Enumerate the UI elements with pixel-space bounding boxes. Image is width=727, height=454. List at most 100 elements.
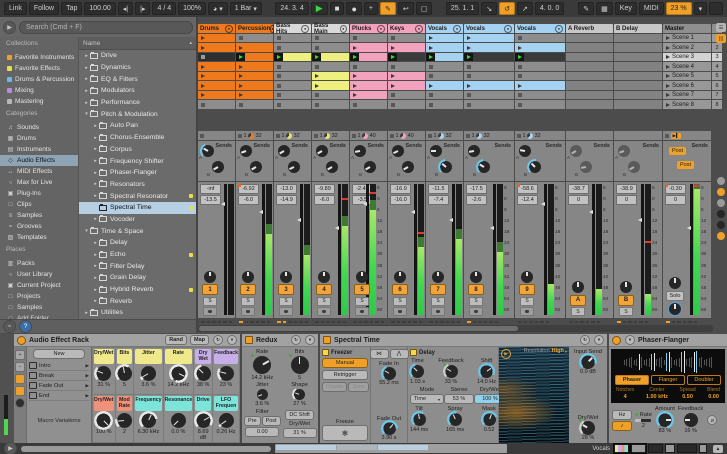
- clip-slot[interactable]: [566, 71, 613, 81]
- clip-launch-button[interactable]: [464, 100, 473, 109]
- clip-slot[interactable]: [566, 100, 613, 109]
- spray-knob[interactable]: [448, 413, 462, 426]
- retrigger-button[interactable]: Retrigger: [322, 370, 368, 380]
- clip-slot[interactable]: [236, 81, 273, 90]
- crossfade-dash[interactable]: [228, 321, 232, 323]
- crossfade-dash[interactable]: [201, 321, 205, 323]
- tempo-field[interactable]: 100.00: [84, 2, 116, 15]
- clip-launch-button[interactable]: [388, 100, 397, 109]
- crossfade-dash[interactable]: [523, 321, 527, 323]
- clip-launch-button[interactable]: [312, 91, 321, 100]
- macro-knob-lfo-frequen[interactable]: [218, 413, 234, 428]
- category-item-drums[interactable]: ▦ Drums: [0, 133, 78, 144]
- clip-launch-button[interactable]: [236, 72, 245, 81]
- crossfade-dash[interactable]: [677, 321, 681, 323]
- send-b-knob[interactable]: [364, 161, 376, 173]
- peak-level-field[interactable]: -38.9: [616, 184, 637, 194]
- computer-midi-keyboard-button[interactable]: ▦: [596, 2, 613, 15]
- crossfade-dash[interactable]: [596, 321, 600, 323]
- crossfade-dash[interactable]: [369, 321, 373, 323]
- collapsed-arrow-icon[interactable]: ▸: [83, 53, 90, 59]
- pan-knob[interactable]: [356, 270, 368, 283]
- arm-button[interactable]: [469, 307, 483, 316]
- feedback-knob[interactable]: [683, 413, 698, 427]
- solo-button[interactable]: S: [619, 307, 633, 316]
- clip-slot[interactable]: [614, 43, 662, 52]
- clip-launch-button[interactable]: [198, 34, 207, 43]
- clip-launch-button[interactable]: [350, 81, 359, 90]
- stop-all-clips-button[interactable]: [665, 133, 669, 138]
- clip-slot[interactable]: [614, 33, 662, 43]
- shape-knob[interactable]: [294, 389, 306, 400]
- arm-button[interactable]: [355, 307, 369, 316]
- arm-button[interactable]: [241, 307, 255, 316]
- send-b-knob[interactable]: [628, 161, 640, 173]
- clip-slot[interactable]: [388, 90, 425, 100]
- volume-fader[interactable]: [259, 184, 265, 315]
- collapsed-arrow-icon[interactable]: ▸: [83, 100, 90, 106]
- clip-slot[interactable]: [312, 81, 349, 90]
- macro-knob-dry-wet[interactable]: [96, 366, 112, 381]
- volume-field[interactable]: 0: [568, 195, 589, 205]
- crossfade-dash[interactable]: [489, 321, 493, 323]
- clip-slot[interactable]: [274, 90, 311, 100]
- loop-button[interactable]: ↺: [499, 2, 515, 15]
- track-activator-button[interactable]: 8: [468, 284, 484, 295]
- crossfade-dash[interactable]: [591, 321, 595, 323]
- arm-button[interactable]: [393, 307, 407, 316]
- send-a-knob[interactable]: [278, 145, 290, 157]
- device-thumb[interactable]: [613, 443, 630, 454]
- scene-launch-icon[interactable]: [666, 93, 670, 98]
- rate-knob[interactable]: [251, 354, 272, 374]
- expanded-arrow-icon[interactable]: ▾: [83, 228, 90, 234]
- collapsed-arrow-icon[interactable]: ▸: [92, 135, 99, 141]
- category-item-samples[interactable]: ≡ Samples: [0, 210, 78, 221]
- tree-item-frequency-shifter[interactable]: ▸ Frequency Shifter: [79, 155, 196, 167]
- tree-item-resonators[interactable]: ▸ Resonators: [79, 179, 196, 191]
- volume-fader[interactable]: [490, 184, 496, 315]
- track-activator-button[interactable]: 6: [392, 284, 408, 295]
- crossfade-dash[interactable]: [682, 321, 686, 323]
- arm-button[interactable]: [520, 307, 534, 316]
- collapsed-arrow-icon[interactable]: ▸: [92, 216, 99, 222]
- crossfade-dash[interactable]: [418, 321, 422, 323]
- arm-button[interactable]: [431, 307, 445, 316]
- category-item-templates[interactable]: ▧ Templates: [0, 232, 78, 243]
- stereo-field[interactable]: 53 %: [444, 394, 474, 404]
- key-map-button[interactable]: Key: [614, 2, 637, 15]
- clip-launch-button[interactable]: [515, 52, 524, 62]
- back-to-arrangement-button[interactable]: ▶▍: [670, 132, 682, 139]
- hide-macros-toggle[interactable]: −: [15, 362, 25, 372]
- peak-level-field[interactable]: -9.89: [314, 184, 335, 194]
- volume-fader[interactable]: [297, 184, 303, 315]
- arrangement-view-toggle[interactable]: ☰: [716, 23, 726, 32]
- solo-button[interactable]: S: [203, 296, 217, 306]
- crossfade-dash[interactable]: [244, 321, 248, 323]
- clip-slot[interactable]: [198, 100, 235, 109]
- clip-slot[interactable]: [566, 62, 613, 71]
- scene-launch-icon[interactable]: [666, 64, 670, 69]
- search-input[interactable]: Search (Cmd + F): [19, 20, 193, 34]
- clip-slot[interactable]: [350, 33, 387, 43]
- place-item-current-project[interactable]: ▣ Current Project: [0, 280, 78, 291]
- category-item-sounds[interactable]: ♫ Sounds: [0, 122, 78, 133]
- session-view-toggle[interactable]: |||: [716, 34, 726, 43]
- crossfade-dash[interactable]: [456, 321, 460, 323]
- clip-launch-button[interactable]: [464, 81, 473, 90]
- clip-launch-button[interactable]: [236, 52, 245, 62]
- hot-swap-icon[interactable]: ↻: [291, 335, 301, 345]
- tree-item-chorus-ensemble[interactable]: ▸ Chorus-Ensemble: [79, 132, 196, 144]
- scene-slot[interactable]: Scene 6: [663, 81, 711, 90]
- peak-level-field[interactable]: -inf: [200, 184, 221, 194]
- collection-item-mastering[interactable]: Mastering: [0, 96, 78, 107]
- pan-knob[interactable]: [394, 270, 406, 283]
- clip-launch-button[interactable]: [464, 72, 473, 81]
- reenable-automation-button[interactable]: ↩: [397, 2, 414, 15]
- clip-slot[interactable]: [274, 71, 311, 81]
- punch-out-button[interactable]: ↗: [516, 2, 533, 15]
- clip-slot[interactable]: [515, 81, 565, 90]
- clip-slot[interactable]: [515, 100, 565, 109]
- pan-knob[interactable]: [318, 270, 330, 283]
- macro-knob-drive[interactable]: [195, 413, 211, 428]
- clip-slot[interactable]: [426, 33, 463, 43]
